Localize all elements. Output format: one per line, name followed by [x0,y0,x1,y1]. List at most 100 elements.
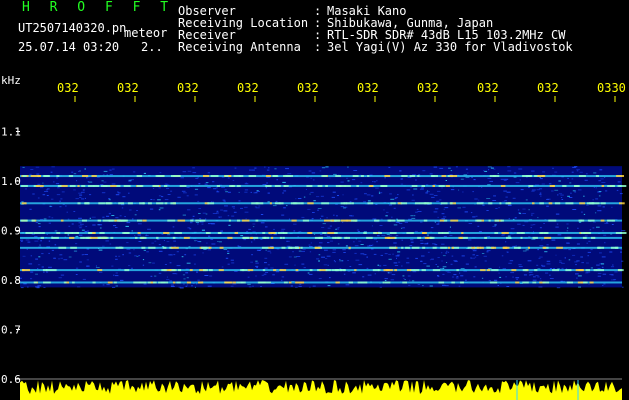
noise-speckle [238,200,241,202]
noise-speckle [240,235,244,237]
noise-speckle [151,242,155,244]
signal-hotspot [515,281,520,284]
noise-speckle [468,223,473,224]
signal-hotspot [109,219,114,222]
noise-speckle [46,188,50,190]
signal-hotspot [77,202,81,205]
noise-speckle [327,242,330,244]
signal-hotspot [521,232,525,234]
noise-speckle [212,201,214,203]
noise-speckle [169,262,172,264]
noise-speckle [546,260,551,262]
signal-hotspot [384,281,391,284]
noise-speckle [346,177,349,179]
noise-speckle [400,183,404,185]
noise-speckle [515,182,520,184]
noise-speckle [170,284,174,286]
noise-speckle [339,259,341,260]
x-tick-label: 032 [297,81,319,95]
signal-hotspot [456,269,459,272]
noise-speckle [389,193,392,195]
noise-speckle [518,266,523,268]
noise-speckle [342,194,344,196]
noise-speckle [182,171,187,173]
signal-hotspot [447,246,450,249]
noise-speckle [589,229,592,231]
noise-speckle [109,243,112,245]
noise-speckle [252,223,256,225]
signal-hotspot [406,269,412,272]
noise-speckle [436,223,440,225]
noise-speckle [600,178,604,180]
noise-speckle [51,166,55,168]
noise-speckle [79,261,82,263]
noise-speckle [438,222,440,224]
signal-hotspot [582,236,587,239]
noise-speckle [576,243,580,245]
signal-hotspot [522,269,528,272]
signal-hotspot [522,281,529,284]
noise-speckle [327,285,331,287]
power-trace-fill [20,380,622,400]
signal-hotspot [556,246,563,249]
signal-hotspot [282,236,285,239]
noise-speckle [296,256,301,257]
noise-speckle [79,227,82,229]
signal-hotspot [307,202,314,205]
noise-speckle [305,188,307,190]
noise-speckle [462,191,464,193]
noise-speckle [449,235,453,236]
noise-speckle [498,272,500,274]
signal-hotspot [272,175,278,177]
noise-speckle [433,195,438,196]
noise-speckle [448,167,451,169]
noise-speckle [45,271,49,273]
noise-speckle [45,189,48,191]
noise-speckle [29,208,32,210]
noise-speckle [507,170,512,172]
noise-speckle [178,286,181,288]
noise-speckle [366,256,368,258]
noise-speckle [61,191,65,193]
signal-hotspot [30,175,37,177]
noise-speckle [575,273,579,275]
signal-hotspot [293,202,298,205]
signal-hotspot [360,175,364,177]
noise-speckle [232,180,235,181]
noise-speckle [537,276,540,278]
noise-speckle [156,238,160,240]
noise-speckle [393,207,396,209]
noise-speckle [30,169,34,170]
noise-speckle [142,259,145,261]
signal-hotspot [36,185,44,187]
noise-speckle [595,212,597,214]
signal-hotspot [445,185,450,187]
noise-speckle [497,285,499,286]
noise-speckle [108,199,111,201]
noise-speckle [519,179,521,181]
noise-speckle [78,225,83,227]
noise-speckle [603,234,607,236]
noise-speckle [486,250,491,252]
noise-speckle [590,267,593,269]
signal-hotspot [383,269,390,272]
noise-speckle [408,284,411,286]
noise-speckle [269,252,272,254]
noise-speckle [261,274,265,276]
noise-speckle [347,271,351,272]
noise-speckle [574,166,578,168]
signal-hotspot [116,185,121,187]
signal-hotspot [542,281,550,284]
noise-speckle [420,242,424,244]
noise-speckle [499,266,501,268]
noise-speckle [78,217,82,219]
signal-hotspot [68,175,74,177]
signal-hotspot [548,219,557,222]
noise-speckle [201,223,204,225]
noise-speckle [470,212,473,214]
noise-speckle [592,227,595,229]
noise-speckle [185,285,188,287]
signal-hotspot [506,236,512,239]
noise-speckle [250,261,253,263]
signal-hotspot [41,232,45,234]
